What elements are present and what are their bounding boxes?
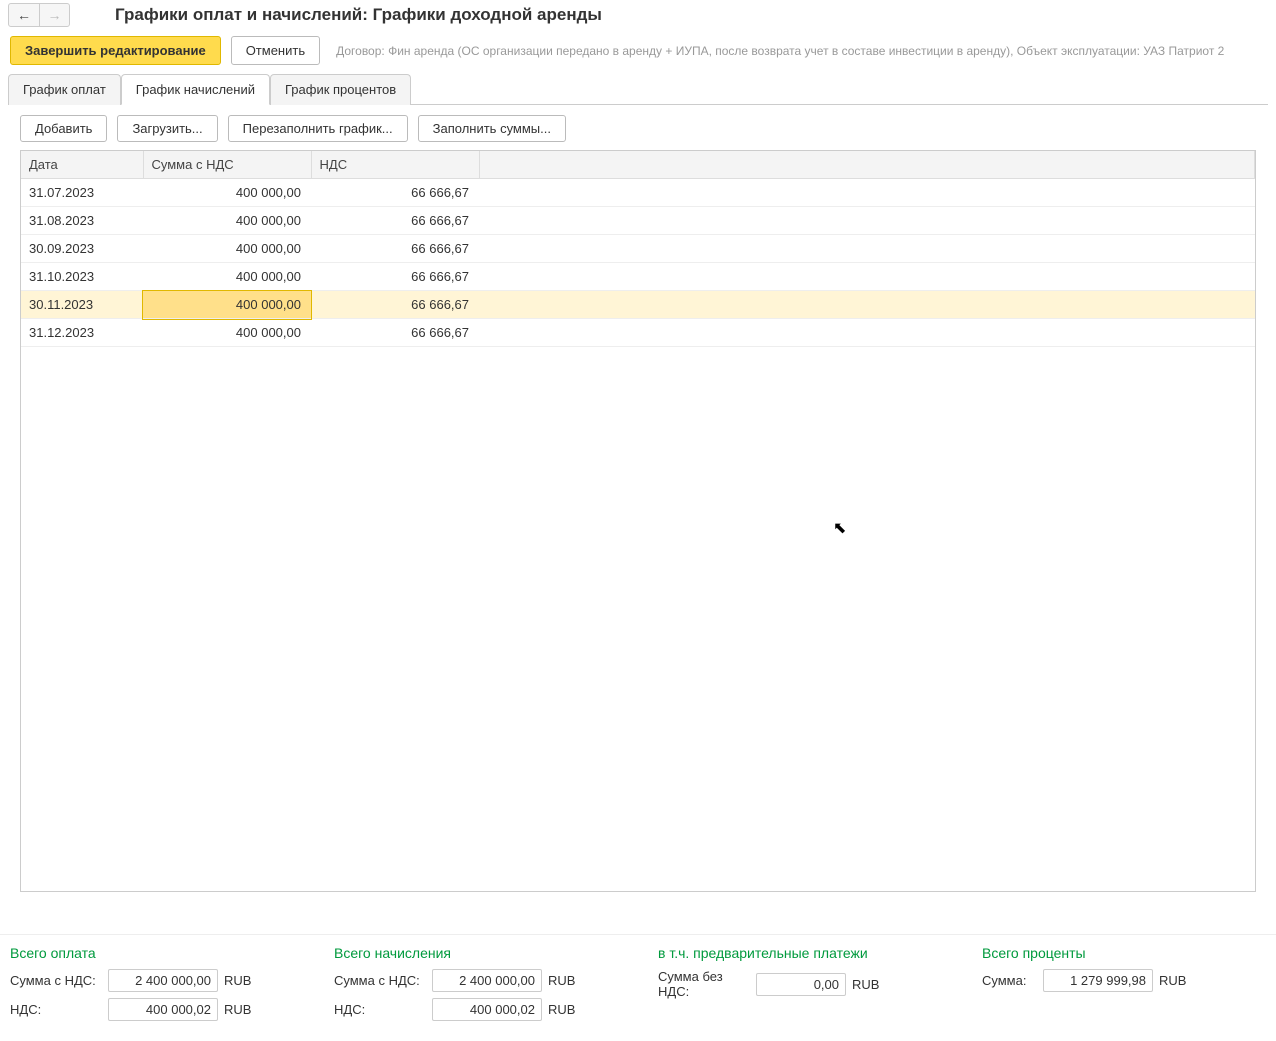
footer-accrual-nds-label: НДС: xyxy=(334,1002,426,1017)
arrow-right-icon: → xyxy=(48,7,62,23)
footer-accrual-nds-currency: RUB xyxy=(548,1002,575,1017)
tab-interest[interactable]: График процентов xyxy=(270,74,411,105)
footer-interest-sum-input[interactable] xyxy=(1043,969,1153,992)
footer-payment-sum-currency: RUB xyxy=(224,973,251,988)
totals-footer: Всего оплата Сумма с НДС: RUB НДС: RUB В… xyxy=(0,934,1276,1041)
cell-date[interactable]: 31.08.2023 xyxy=(21,207,143,235)
load-button[interactable]: Загрузить... xyxy=(117,115,217,142)
cell-empty xyxy=(479,235,1255,263)
table-row[interactable]: 31.12.2023400 000,0066 666,67 xyxy=(21,319,1255,347)
cell-sum[interactable]: 400 000,00 xyxy=(143,291,311,319)
table-row[interactable]: 30.11.2023400 000,0066 666,67 xyxy=(21,291,1255,319)
nav-buttons: ← → xyxy=(8,3,70,27)
cell-nds[interactable]: 66 666,67 xyxy=(311,319,479,347)
cell-sum[interactable]: 400 000,00 xyxy=(143,207,311,235)
cell-date[interactable]: 31.12.2023 xyxy=(21,319,143,347)
cell-date[interactable]: 31.10.2023 xyxy=(21,263,143,291)
footer-prepay-sum-input[interactable] xyxy=(756,973,846,996)
cell-date[interactable]: 30.11.2023 xyxy=(21,291,143,319)
back-button[interactable]: ← xyxy=(9,4,39,26)
cell-empty xyxy=(479,179,1255,207)
cell-date[interactable]: 31.07.2023 xyxy=(21,179,143,207)
footer-payment-nds-input[interactable] xyxy=(108,998,218,1021)
footer-prepay-sum-label: Сумма без НДС: xyxy=(658,969,750,999)
finish-editing-button[interactable]: Завершить редактирование xyxy=(10,36,221,65)
add-button[interactable]: Добавить xyxy=(20,115,107,142)
footer-accrual-sum-label: Сумма с НДС: xyxy=(334,973,426,988)
footer-payment-title: Всего оплата xyxy=(10,945,294,961)
table-row[interactable]: 31.08.2023400 000,0066 666,67 xyxy=(21,207,1255,235)
page-title: Графики оплат и начислений: Графики дохо… xyxy=(115,5,602,25)
footer-payment-sum-label: Сумма с НДС: xyxy=(10,973,102,988)
col-header-sum[interactable]: Сумма с НДС xyxy=(143,151,311,179)
cell-nds[interactable]: 66 666,67 xyxy=(311,235,479,263)
footer-prepay-sum-currency: RUB xyxy=(852,977,879,992)
table-row[interactable]: 31.07.2023400 000,0066 666,67 xyxy=(21,179,1255,207)
cancel-button[interactable]: Отменить xyxy=(231,36,320,65)
tab-accruals[interactable]: График начислений xyxy=(121,74,270,105)
cell-nds[interactable]: 66 666,67 xyxy=(311,263,479,291)
cell-date[interactable]: 30.09.2023 xyxy=(21,235,143,263)
cell-sum[interactable]: 400 000,00 xyxy=(143,235,311,263)
arrow-left-icon: ← xyxy=(17,7,31,23)
cell-empty xyxy=(479,207,1255,235)
cell-empty xyxy=(479,263,1255,291)
footer-accrual-sum-currency: RUB xyxy=(548,973,575,988)
refill-schedule-button[interactable]: Перезаполнить график... xyxy=(228,115,408,142)
fill-sums-button[interactable]: Заполнить суммы... xyxy=(418,115,566,142)
footer-payment-sum-input[interactable] xyxy=(108,969,218,992)
tabs: График оплат График начислений График пр… xyxy=(8,73,1268,105)
cell-empty xyxy=(479,291,1255,319)
cell-nds[interactable]: 66 666,67 xyxy=(311,207,479,235)
col-header-date[interactable]: Дата xyxy=(21,151,143,179)
cell-empty xyxy=(479,319,1255,347)
accruals-table[interactable]: Дата Сумма с НДС НДС 31.07.2023400 000,0… xyxy=(20,150,1256,892)
cell-nds[interactable]: 66 666,67 xyxy=(311,179,479,207)
footer-payment-nds-label: НДС: xyxy=(10,1002,102,1017)
cell-sum[interactable]: 400 000,00 xyxy=(143,263,311,291)
footer-interest-sum-label: Сумма: xyxy=(982,973,1037,988)
table-row[interactable]: 31.10.2023400 000,0066 666,67 xyxy=(21,263,1255,291)
footer-accrual-title: Всего начисления xyxy=(334,945,618,961)
footer-accrual-sum-input[interactable] xyxy=(432,969,542,992)
col-header-nds[interactable]: НДС xyxy=(311,151,479,179)
footer-interest-sum-currency: RUB xyxy=(1159,973,1186,988)
footer-interest-title: Всего проценты xyxy=(982,945,1266,961)
contract-info: Договор: Фин аренда (ОС организации пере… xyxy=(336,44,1224,58)
footer-payment-nds-currency: RUB xyxy=(224,1002,251,1017)
cell-sum[interactable]: 400 000,00 xyxy=(143,319,311,347)
tab-payments[interactable]: График оплат xyxy=(8,74,121,105)
cell-sum[interactable]: 400 000,00 xyxy=(143,179,311,207)
col-header-empty xyxy=(479,151,1255,179)
cell-nds[interactable]: 66 666,67 xyxy=(311,291,479,319)
footer-accrual-nds-input[interactable] xyxy=(432,998,542,1021)
table-row[interactable]: 30.09.2023400 000,0066 666,67 xyxy=(21,235,1255,263)
forward-button[interactable]: → xyxy=(39,4,69,26)
footer-prepay-title: в т.ч. предварительные платежи xyxy=(658,945,942,961)
